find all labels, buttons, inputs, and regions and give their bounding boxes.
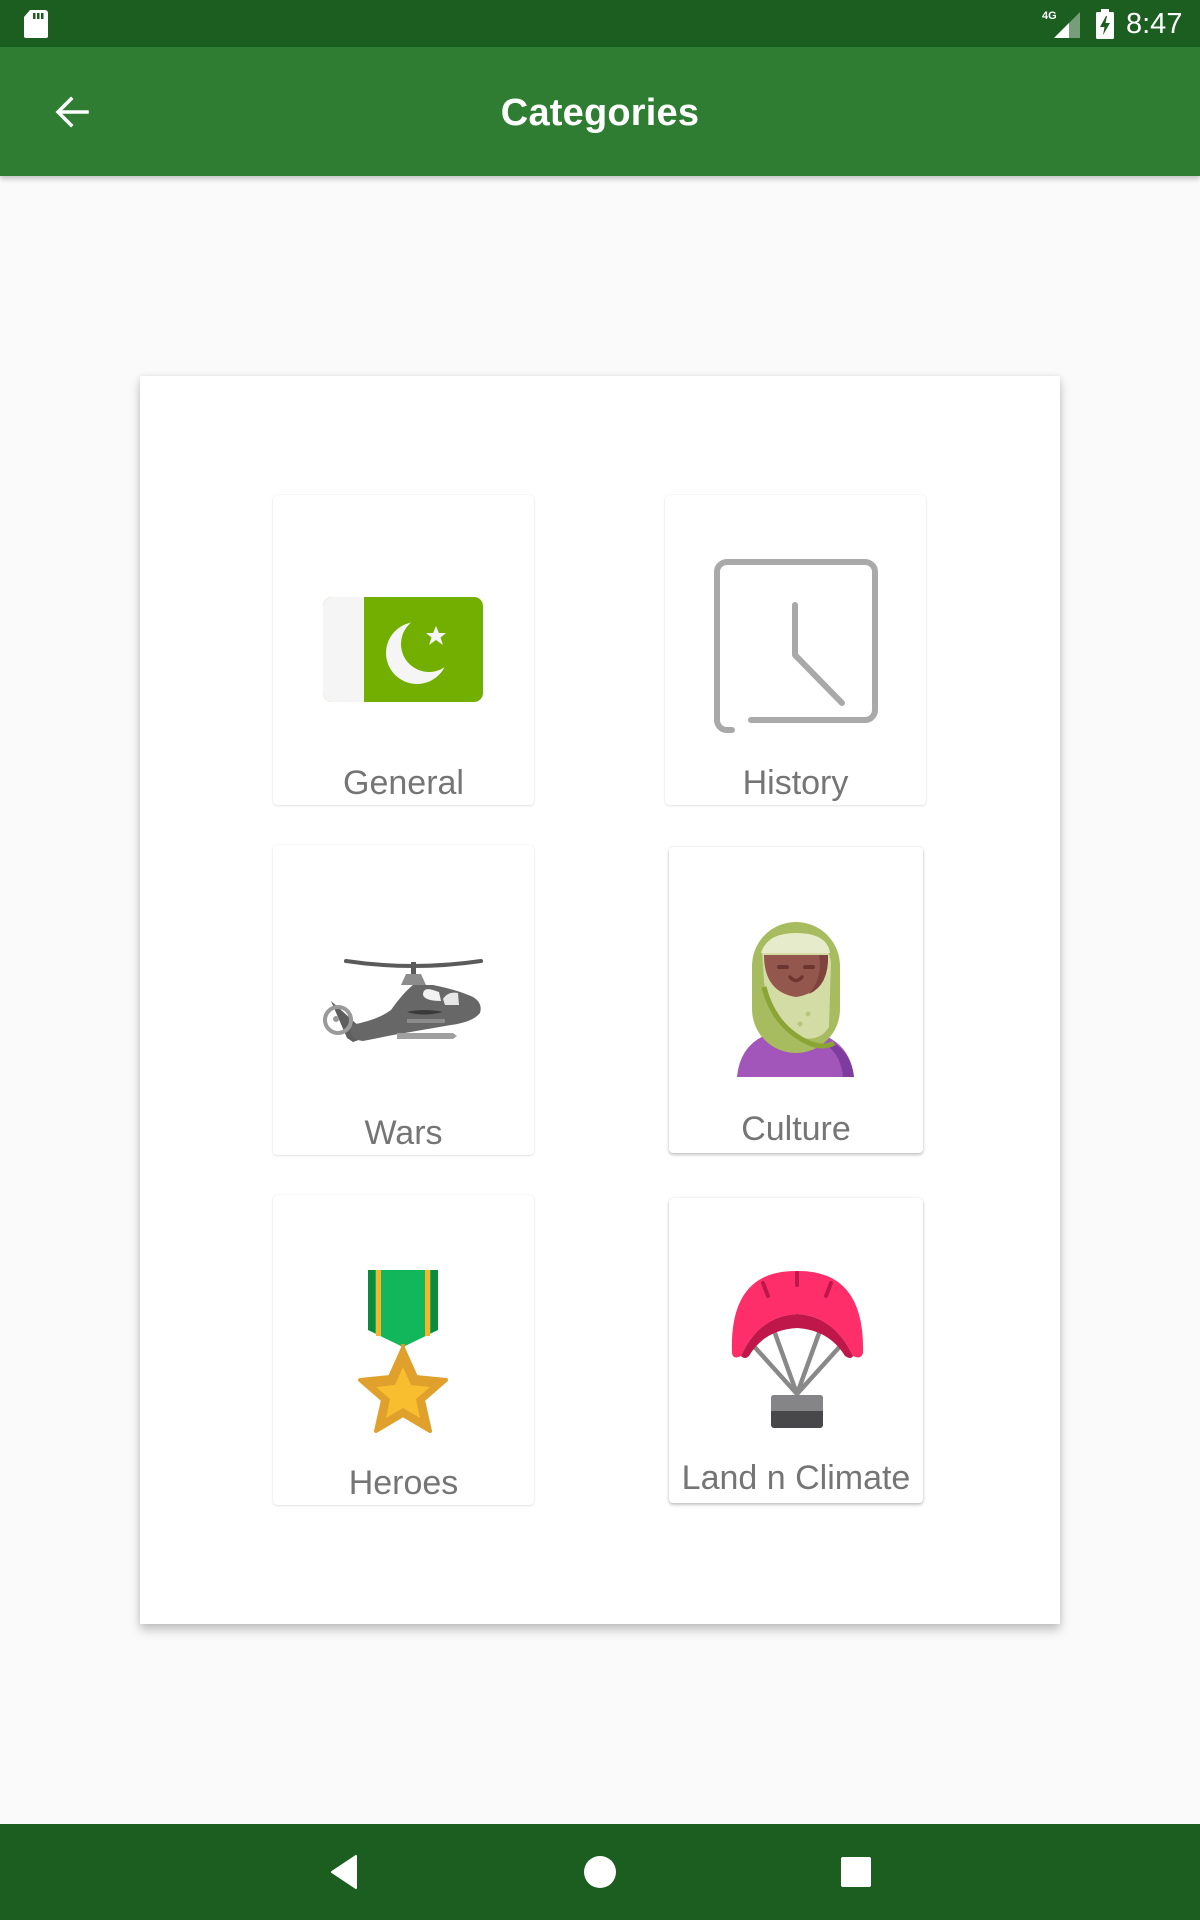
nav-home-button[interactable]	[568, 1840, 632, 1904]
categories-card: General History Wars Culture Heroes Land…	[140, 376, 1060, 1624]
category-tile-history[interactable]: History	[665, 495, 926, 805]
category-tile-general[interactable]: General	[273, 495, 534, 805]
category-label: Land n Climate	[681, 1459, 911, 1497]
pakistan-flag-icon	[323, 597, 483, 702]
back-triangle-icon	[331, 1855, 357, 1889]
category-tile-land-n-climate[interactable]: Land n Climate	[669, 1198, 923, 1503]
status-bar: 4G 8:47	[0, 0, 1200, 47]
category-label: Wars	[364, 1114, 443, 1152]
clock-icon	[714, 559, 878, 733]
status-time: 8:47	[1126, 8, 1183, 40]
recents-square-icon	[841, 1857, 871, 1887]
signal-4g-icon: 4G	[1042, 10, 1080, 38]
battery-charging-icon	[1096, 9, 1114, 39]
page-title: Categories	[500, 92, 700, 134]
home-circle-icon	[584, 1856, 616, 1888]
network-type-label: 4G	[1042, 10, 1057, 22]
nav-recents-button[interactable]	[824, 1840, 888, 1904]
app-bar: Categories	[0, 47, 1200, 176]
category-label: History	[742, 764, 849, 802]
helicopter-icon	[323, 959, 483, 1042]
sd-card-icon	[24, 10, 48, 38]
category-tile-wars[interactable]: Wars	[273, 845, 534, 1155]
nav-back-button[interactable]	[312, 1840, 376, 1904]
category-label: General	[343, 764, 464, 802]
category-label: Heroes	[348, 1464, 459, 1502]
category-tile-heroes[interactable]: Heroes	[273, 1195, 534, 1505]
medal-star-icon	[358, 1270, 448, 1433]
category-tile-culture[interactable]: Culture	[669, 847, 923, 1153]
system-nav-bar	[0, 1824, 1200, 1920]
category-label: Culture	[741, 1110, 851, 1148]
woman-hijab-icon	[737, 922, 854, 1077]
